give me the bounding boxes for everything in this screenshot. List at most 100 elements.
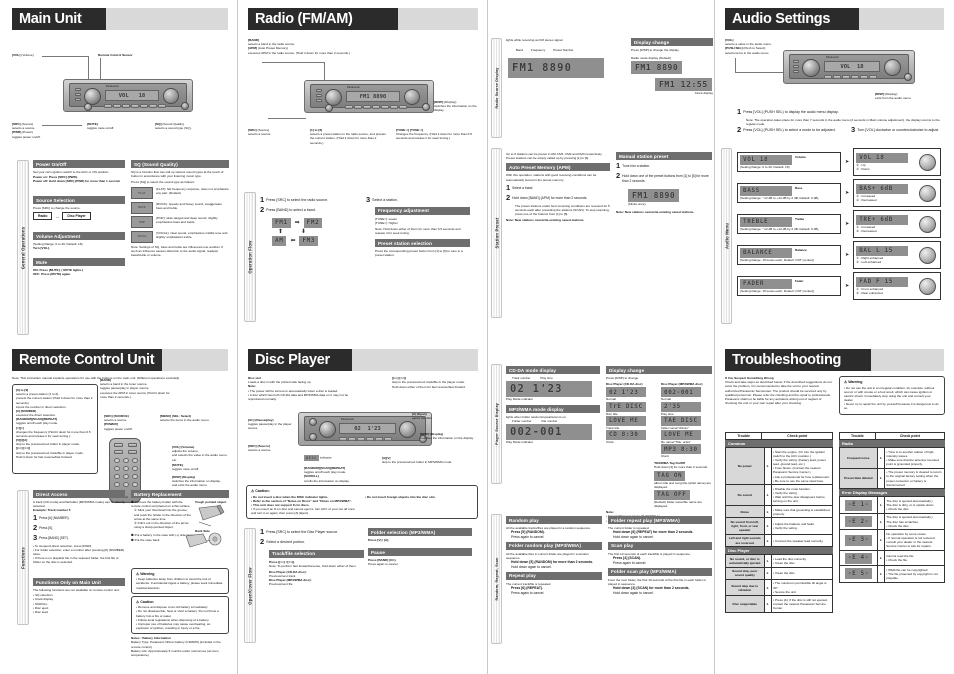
frequency-adjustment-title: Frequency adjustment — [375, 206, 470, 215]
column-radio-disc: Radio (FM/AM) [BAND] selects a band in t… — [238, 0, 488, 674]
error-lcd-cell: -E 5- — [839, 565, 878, 583]
table-row: No power ➤ • Start the engine. (Or turn … — [725, 446, 834, 486]
check-cell: • Make sure that grounding is establishe… — [770, 505, 834, 519]
troubleshooting-table: Trouble Check point — [839, 432, 946, 440]
brand-logo: Panasonic — [341, 418, 354, 421]
fm-stereo-note: lights while receiving an FM stereo sign… — [506, 38, 563, 42]
remote-key — [123, 474, 129, 479]
src-button — [84, 103, 92, 111]
preset-button-row — [104, 104, 166, 108]
src-button — [325, 104, 333, 112]
band-fm3: FM3 — [299, 235, 319, 246]
menu-card: VOL 18 Volume (Setting Range: 0 to 40, D… — [737, 151, 841, 173]
manual-preset-block: Manual station preset 1 Tune into a stati… — [616, 152, 712, 214]
callout-pause: [ll/>] (Pause/play) toggles pause/play i… — [248, 418, 292, 431]
pause-button — [309, 418, 317, 426]
remote-key — [132, 482, 138, 487]
unit-button — [316, 94, 322, 97]
disc-display-change-block: Display change Press [DISP] to change. D… — [606, 366, 712, 523]
mute-title: Mute — [33, 258, 125, 266]
mp3-row-lcd: LOVE ME — [661, 429, 701, 440]
folder-scan-title: Folder scan play (MP3/WMA) — [608, 567, 712, 576]
preset-station-selection-title: Preset station selection — [375, 239, 470, 248]
main-unit-only-title: Functions Only on Main Unit — [33, 578, 125, 586]
section-title-troubleshooting: Troubleshooting — [725, 349, 871, 371]
troubleshooting-warning: ⚠ Warning • Do not use the unit in an ir… — [839, 376, 945, 415]
leader-line — [268, 118, 306, 119]
table-row: No sound, or disc is automatically eject… — [725, 554, 834, 568]
check-cell: • Start the engine. (Or turn the ignitio… — [770, 446, 834, 486]
check-cell: • Connect the speaker lead correctly. — [770, 533, 834, 548]
remote-key — [114, 466, 120, 471]
banner-tail — [106, 8, 228, 30]
remote-key — [123, 466, 129, 471]
disc-caution-box: ⚠ Caution: • Do not insert a disc when t… — [246, 485, 478, 520]
troubleshooting-intro: If You Suspect Something Wrong Check and… — [725, 376, 832, 406]
audio-menu-row-treble: TREBLE Treble (Setting Range: −12 dB to … — [737, 210, 949, 238]
mp3-row-lcd: TAE DISC — [661, 415, 701, 426]
repeat-play-title: Repeat play — [506, 571, 602, 580]
station-preset-block: Up to 6 stations can be preset in AM, FM… — [506, 152, 610, 223]
arrow-icon: ➤ — [763, 484, 772, 507]
banner-tail — [352, 349, 478, 371]
callout-disc-slot: Disc slot Loads a disc in with the print… — [248, 376, 349, 401]
troubleshooting-table: Trouble Check point — [724, 432, 833, 440]
troubleshooting-table-right: Trouble Check point Radio Frequent noise… — [839, 432, 946, 583]
th-trouble: Trouble — [724, 432, 763, 440]
direct-access-title: Direct Access — [33, 490, 125, 498]
src-button — [309, 433, 317, 441]
sq-block: SQ (Sound Quality) SQ is a function that… — [131, 160, 229, 258]
callout-disp-audio: [DISP] (Display) exits from the audio me… — [875, 92, 912, 101]
check-cell: Cannot read the file. • Check the file. — [883, 550, 946, 567]
callout-presets: [1] to [6] selects a preset station in t… — [310, 128, 386, 145]
audio-step-2: 2 Press [VOL] (PUSH SEL) to select a mode… — [737, 125, 836, 134]
mp3-row-lcd: MP3 8:30 — [661, 444, 701, 455]
volume-adjustment-title: Volume Adjustment — [33, 232, 125, 240]
remote-left-callouts: [0] to [9] selects a preset station (1 t… — [12, 384, 98, 474]
table-row: -E 2- ➤ The disc is ejected automaticall… — [839, 512, 946, 531]
menu-adjust-card: TRE+ 6dB ① : Increased ② : Decreased — [853, 210, 942, 238]
preset-button-row — [339, 437, 392, 441]
remote-key — [132, 458, 138, 463]
callout-random-scan-repeat: [RANDOM][SCAN][REPEAT] toggles on/off ea… — [304, 466, 350, 483]
check-cell: • Tune in to another station of high-int… — [883, 447, 946, 469]
cd-row-lcd: 02 1'23 — [606, 387, 646, 398]
remote-callout: [0] to [9] selects a preset station (1 t… — [16, 388, 93, 459]
table-row: Preset data deleted ➤ • The preset memor… — [839, 467, 946, 490]
mp3-lcd: 002-001 — [506, 424, 592, 441]
battery-insert-diagram — [185, 532, 222, 548]
tag-off-lcd: TAG OFF — [654, 489, 690, 500]
volume-knob — [802, 59, 820, 77]
mute-block: Mute ON: Press [MUTE]. ( MUTE lights.) O… — [33, 258, 125, 276]
arrow-icon: ➤ — [763, 595, 772, 613]
error-lcd-cell: -E 1- — [839, 496, 878, 514]
column-audio-troubleshooting: Audio Settings [VOL] selects a value in … — [715, 0, 954, 674]
audio-menu-row-volume: VOL 18 Volume (Setting Range: 0 to 40, D… — [737, 148, 949, 176]
remote-key — [114, 482, 120, 487]
remote-key — [132, 474, 138, 479]
side-tab-general-operations: General Operations — [17, 160, 29, 335]
remote-callout-menu: [MENU] (SEL: Select) selects the items i… — [160, 414, 210, 423]
callout-disc-indicator: DISC indicator — [304, 455, 332, 461]
band-am: AM — [272, 235, 287, 246]
band-fm2: FM2 — [303, 217, 323, 228]
remote-button — [114, 450, 123, 454]
check-cell: • Load the disc correctly. • Clean the d… — [770, 554, 834, 568]
arrow-icon: ➤ — [763, 517, 772, 535]
menu-adjust-card: BAL L 15 ① : Right enhanced ② : Left enh… — [853, 241, 942, 269]
pause-title: Pause — [368, 548, 472, 557]
category-radio: Radio — [839, 440, 945, 447]
check-cell: • The maximum permissible tilt angle is … — [770, 578, 834, 597]
check-cell: No operation by some cause. • If normal … — [883, 529, 946, 552]
side-tab-random-repeat-scan: Random, Repeat, Scan — [491, 514, 502, 644]
troubleshooting-table-left: Trouble Check point Common No power ➤ • … — [724, 432, 834, 613]
remote-key — [114, 458, 120, 463]
disp-button — [181, 102, 189, 110]
cdda-lcd: 02 1'23 — [506, 381, 592, 397]
direct-access-block: Direct Access A track (CD mode) and file… — [33, 490, 125, 565]
arrow-icon: ➤ — [876, 529, 885, 552]
side-tab-player-source-display: Player Source Display — [491, 364, 502, 484]
menu-lcd: FADER — [740, 278, 792, 289]
remote-callout-vol: [VOL] (Volume) adjusts the volume, and s… — [172, 445, 228, 462]
banner-tail — [162, 349, 228, 371]
